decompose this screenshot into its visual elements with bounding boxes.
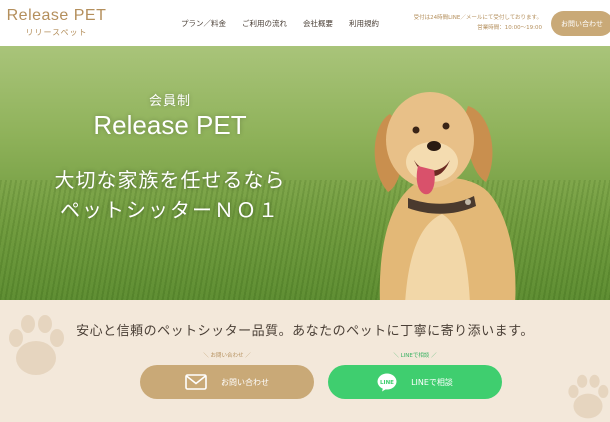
contact-button-label: お問い合わせ	[221, 377, 269, 387]
nav-item-plan[interactable]: プラン／料金	[181, 18, 226, 29]
line-button-note: ＼ LINEで相談 ／	[393, 353, 437, 359]
logo-sub-text: リリースペット	[25, 28, 88, 37]
contact-button[interactable]: お問い合わせ	[140, 365, 314, 399]
logo[interactable]: Release PET リリースペット	[4, 7, 109, 38]
hours-line-2: 営業時間：10:00〜19:00	[477, 25, 542, 31]
tagline: 安心と信頼のペットシッター品質。あなたのペットに丁寧に寄り添います。	[76, 324, 534, 339]
nav-item-flow[interactable]: ご利用の流れ	[242, 18, 287, 29]
hours-line-1: 受付は24時間LINE／メールにて受付しております。	[413, 15, 542, 21]
site-header: Release PET リリースペット プラン／料金 ご利用の流れ 会社概要 利…	[0, 0, 610, 46]
hero: 会員制 Release PET 大切な家族を任せるなら ペットシッターＮＯ１	[0, 46, 610, 300]
line-button-label: LINEで相談	[411, 377, 453, 387]
mail-icon	[185, 374, 207, 390]
nav-item-terms[interactable]: 利用規約	[349, 18, 379, 29]
header-contact-button[interactable]: お問い合わせ	[551, 11, 610, 36]
hero-membership-label: 会員制	[148, 94, 191, 109]
logo-main-text: Release PET	[6, 7, 107, 24]
hero-catchcopy-1: 大切な家族を任せるなら	[54, 168, 286, 192]
line-button[interactable]: LINE LINEで相談	[328, 365, 502, 399]
svg-text:LINE: LINE	[380, 380, 394, 386]
dog-photo	[374, 92, 516, 300]
hero-catchcopy-2: ペットシッターＮＯ１	[60, 198, 280, 222]
paw-icon	[568, 374, 609, 419]
hero-title: Release PET	[93, 110, 247, 140]
business-hours: 受付は24時間LINE／メールにて受付しております。 営業時間：10:00〜19…	[392, 13, 542, 33]
hero-text: 会員制 Release PET 大切な家族を任せるなら ペットシッターＮＯ１	[0, 46, 340, 300]
main-nav: プラン／料金 ご利用の流れ 会社概要 利用規約	[181, 18, 379, 29]
line-icon: LINE	[377, 373, 397, 392]
nav-item-company[interactable]: 会社概要	[303, 18, 333, 29]
cta-section: 安心と信頼のペットシッター品質。あなたのペットに丁寧に寄り添います。 ＼ お問い…	[0, 300, 610, 422]
contact-button-note: ＼ お問い合わせ ／	[203, 353, 251, 359]
